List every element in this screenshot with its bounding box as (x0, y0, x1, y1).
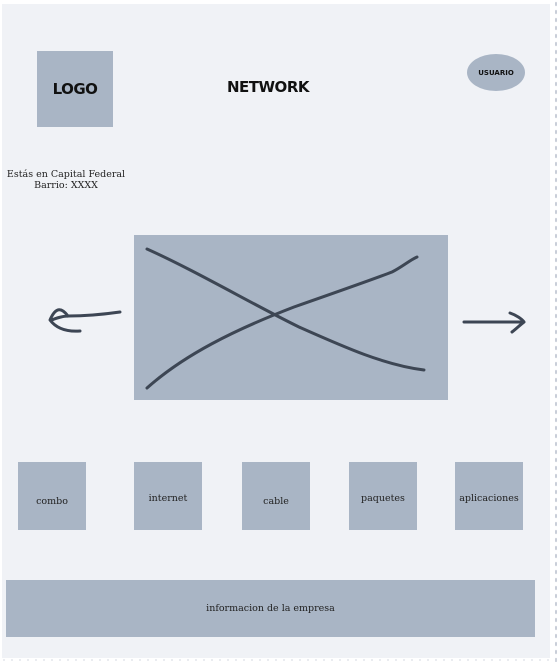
company-info-footer[interactable]: informacion de la empresa (6, 580, 535, 637)
category-combo[interactable]: combo (18, 462, 86, 530)
category-label: aplicaciones (459, 493, 519, 504)
carousel-image-placeholder[interactable] (134, 235, 448, 400)
logo-label: LOGO (52, 80, 98, 98)
category-cable[interactable]: cable (242, 462, 310, 530)
edge-dots (554, 0, 558, 662)
category-aplicaciones[interactable]: aplicaciones (455, 462, 523, 530)
category-label: cable (263, 496, 289, 507)
category-label: combo (36, 496, 68, 507)
arrow-left-icon[interactable] (46, 298, 126, 338)
location-info: Estás en Capital Federal Barrio: XXXX (6, 169, 126, 191)
location-neighborhood: Barrio: XXXX (34, 180, 98, 191)
category-paquetes[interactable]: paquetes (349, 462, 417, 530)
arrow-right-icon[interactable] (460, 309, 530, 339)
category-label: paquetes (361, 493, 405, 504)
logo[interactable]: LOGO (37, 51, 113, 127)
user-label: USUARIO (478, 68, 514, 77)
footer-label: informacion de la empresa (206, 603, 335, 614)
category-internet[interactable]: internet (134, 462, 202, 530)
category-label: internet (148, 493, 188, 504)
bottom-dots (0, 658, 558, 662)
user-button[interactable]: USUARIO (467, 54, 525, 91)
site-title: NETWORK (226, 78, 310, 96)
location-city: Estás en Capital Federal (6, 169, 126, 180)
image-placeholder-icon (145, 247, 426, 390)
